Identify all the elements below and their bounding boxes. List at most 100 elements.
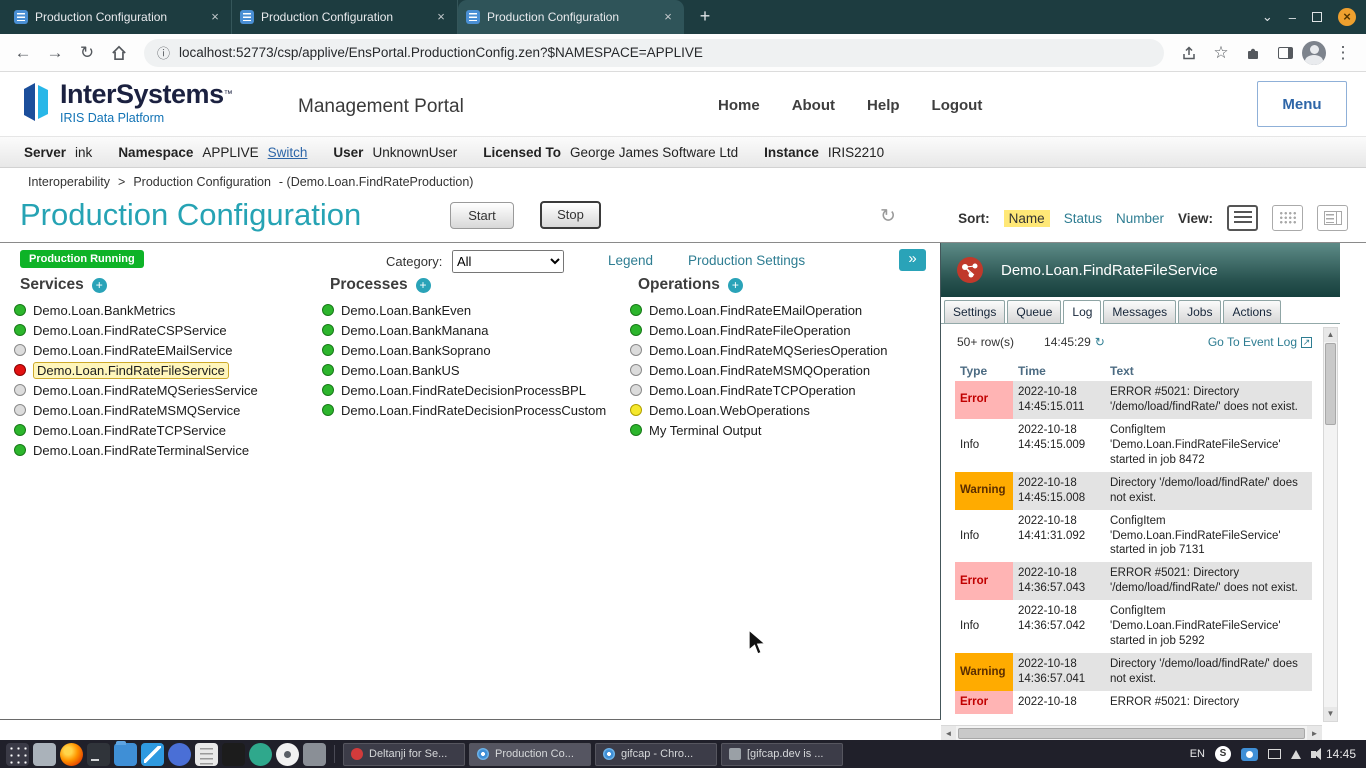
nav-about-link[interactable]: About bbox=[792, 97, 835, 114]
profile-avatar[interactable] bbox=[1302, 41, 1326, 65]
log-header-text[interactable]: Text bbox=[1105, 361, 1312, 381]
add-service-icon[interactable]: + bbox=[92, 278, 107, 293]
operation-name[interactable]: Demo.Loan.FindRateMQSeriesOperation bbox=[649, 343, 887, 358]
volume-icon[interactable] bbox=[1311, 751, 1316, 758]
minimize-button[interactable]: – bbox=[1289, 10, 1296, 25]
home-icon[interactable] bbox=[104, 38, 134, 68]
folder-icon[interactable] bbox=[114, 743, 137, 766]
process-item[interactable]: Demo.Loan.FindRateDecisionProcessBPL bbox=[322, 380, 606, 400]
tab-actions[interactable]: Actions bbox=[1223, 300, 1280, 323]
add-process-icon[interactable]: + bbox=[416, 278, 431, 293]
legend-link[interactable]: Legend bbox=[608, 253, 653, 268]
file-manager-icon[interactable] bbox=[33, 743, 56, 766]
production-settings-link[interactable]: Production Settings bbox=[688, 253, 805, 268]
breadcrumb-interoperability[interactable]: Interoperability bbox=[28, 175, 110, 189]
side-panel-icon[interactable] bbox=[1270, 38, 1300, 68]
terminal-icon[interactable] bbox=[87, 743, 110, 766]
keyboard-layout[interactable]: EN bbox=[1190, 748, 1205, 760]
scroll-left-icon[interactable]: ◄ bbox=[941, 726, 956, 741]
operation-name[interactable]: Demo.Loan.FindRateMSMQOperation bbox=[649, 363, 870, 378]
process-item[interactable]: Demo.Loan.BankEven bbox=[322, 300, 606, 320]
new-tab-button[interactable]: + bbox=[692, 4, 718, 30]
taskbar-window-gifcap[interactable]: gifcap - Chro... bbox=[595, 743, 717, 766]
switch-namespace-link[interactable]: Switch bbox=[268, 145, 308, 160]
operation-name[interactable]: Demo.Loan.FindRateFileOperation bbox=[649, 323, 851, 338]
service-item[interactable]: Demo.Loan.BankMetrics bbox=[14, 300, 258, 320]
go-to-event-log-link[interactable]: Go To Event Log ↗ bbox=[1208, 335, 1312, 349]
service-item[interactable]: Demo.Loan.FindRateMSMQService bbox=[14, 400, 258, 420]
view-grid-button[interactable] bbox=[1272, 205, 1303, 231]
operation-item[interactable]: Demo.Loan.WebOperations bbox=[630, 400, 887, 420]
service-item[interactable]: Demo.Loan.FindRateCSPService bbox=[14, 320, 258, 340]
site-info-icon[interactable]: ⓘ bbox=[157, 43, 170, 62]
service-item[interactable]: Demo.Loan.FindRateEMailService bbox=[14, 340, 258, 360]
category-select[interactable]: All bbox=[452, 250, 564, 273]
log-row[interactable]: Warning 2022-10-18 14:45:15.008 Director… bbox=[955, 472, 1312, 510]
breadcrumb-page[interactable]: Production Configuration bbox=[133, 175, 271, 189]
taskbar-window-deltanji[interactable]: Deltanji for Se... bbox=[343, 743, 465, 766]
tab-messages[interactable]: Messages bbox=[1103, 300, 1176, 323]
reload-icon[interactable]: ↻ bbox=[72, 38, 102, 68]
browser-tab[interactable]: Production Configuration × bbox=[6, 0, 232, 34]
service-item[interactable]: Demo.Loan.FindRateTCPService bbox=[14, 420, 258, 440]
service-name[interactable]: Demo.Loan.BankMetrics bbox=[33, 303, 175, 318]
scroll-right-icon[interactable]: ► bbox=[1307, 726, 1322, 741]
operation-item[interactable]: Demo.Loan.FindRateMQSeriesOperation bbox=[630, 340, 887, 360]
process-item[interactable]: Demo.Loan.FindRateDecisionProcessCustom bbox=[322, 400, 606, 420]
stop-production-button[interactable]: Stop bbox=[540, 201, 601, 229]
browser-menu-icon[interactable]: ⋮ bbox=[1328, 38, 1358, 68]
start-production-button[interactable]: Start bbox=[450, 202, 514, 229]
log-header-time[interactable]: Time bbox=[1013, 361, 1105, 381]
service-item[interactable]: Demo.Loan.FindRateMQSeriesService bbox=[14, 380, 258, 400]
network-icon[interactable] bbox=[1291, 750, 1301, 759]
extensions-puzzle-icon[interactable] bbox=[1238, 38, 1268, 68]
web-app-icon[interactable] bbox=[249, 743, 272, 766]
process-item[interactable]: Demo.Loan.BankUS bbox=[322, 360, 606, 380]
scroll-down-icon[interactable]: ▼ bbox=[1324, 707, 1337, 721]
tab-log[interactable]: Log bbox=[1063, 300, 1101, 324]
browser-tab[interactable]: Production Configuration × bbox=[232, 0, 458, 34]
horizontal-scrollbar[interactable]: ◄ ► bbox=[941, 725, 1322, 741]
skype-icon[interactable]: S bbox=[1215, 746, 1231, 762]
tab-close-icon[interactable]: × bbox=[660, 9, 676, 25]
utility-app-icon[interactable] bbox=[303, 743, 326, 766]
log-row[interactable]: Error 2022-10-18 14:45:15.011 ERROR #502… bbox=[955, 381, 1312, 419]
refresh-spinner-icon[interactable]: ↻ bbox=[880, 205, 896, 228]
taskbar-window-production[interactable]: Production Co... bbox=[469, 743, 591, 766]
clock[interactable]: 14:45 bbox=[1326, 747, 1356, 761]
service-name[interactable]: Demo.Loan.FindRateFileService bbox=[33, 362, 229, 379]
share-icon[interactable] bbox=[1174, 38, 1204, 68]
operation-name[interactable]: Demo.Loan.FindRateEMailOperation bbox=[649, 303, 862, 318]
sort-by-name[interactable]: Name bbox=[1004, 210, 1050, 227]
nav-home-link[interactable]: Home bbox=[718, 97, 760, 114]
scrollbar-thumb[interactable] bbox=[1325, 343, 1336, 425]
bookmark-star-icon[interactable]: ☆ bbox=[1206, 38, 1236, 68]
menu-button[interactable]: Menu bbox=[1257, 81, 1347, 127]
log-row[interactable]: Error 2022-10-18 14:36:57.043 ERROR #502… bbox=[955, 562, 1312, 600]
refresh-log-icon[interactable]: ↻ bbox=[1095, 335, 1105, 349]
firefox-icon[interactable] bbox=[60, 743, 83, 766]
log-row[interactable]: Warning 2022-10-18 14:36:57.041 Director… bbox=[955, 653, 1312, 691]
camera-icon[interactable] bbox=[1241, 748, 1258, 761]
vertical-scrollbar[interactable]: ▲ ▼ bbox=[1323, 327, 1338, 722]
operation-item[interactable]: Demo.Loan.FindRateEMailOperation bbox=[630, 300, 887, 320]
scrollbar-thumb[interactable] bbox=[958, 728, 1305, 739]
sort-by-number[interactable]: Number bbox=[1116, 211, 1164, 226]
scroll-up-icon[interactable]: ▲ bbox=[1324, 328, 1337, 342]
service-name[interactable]: Demo.Loan.FindRateTCPService bbox=[33, 423, 226, 438]
tab-close-icon[interactable]: × bbox=[433, 9, 449, 25]
log-row[interactable]: Info 2022-10-18 14:45:15.009 ConfigItem … bbox=[955, 419, 1312, 472]
chromium-icon[interactable] bbox=[168, 743, 191, 766]
operation-item[interactable]: Demo.Loan.FindRateTCPOperation bbox=[630, 380, 887, 400]
show-apps-icon[interactable] bbox=[6, 743, 29, 766]
nav-help-link[interactable]: Help bbox=[867, 97, 900, 114]
operation-item[interactable]: Demo.Loan.FindRateMSMQOperation bbox=[630, 360, 887, 380]
operation-item[interactable]: Demo.Loan.FindRateFileOperation bbox=[630, 320, 887, 340]
address-bar[interactable]: ⓘ localhost:52773/csp/applive/EnsPortal.… bbox=[144, 39, 1164, 67]
view-list-button[interactable] bbox=[1227, 205, 1258, 231]
process-item[interactable]: Demo.Loan.BankManana bbox=[322, 320, 606, 340]
back-icon[interactable]: ← bbox=[8, 38, 38, 68]
tab-close-icon[interactable]: × bbox=[207, 9, 223, 25]
operation-item[interactable]: My Terminal Output bbox=[630, 420, 887, 440]
process-name[interactable]: Demo.Loan.BankUS bbox=[341, 363, 460, 378]
